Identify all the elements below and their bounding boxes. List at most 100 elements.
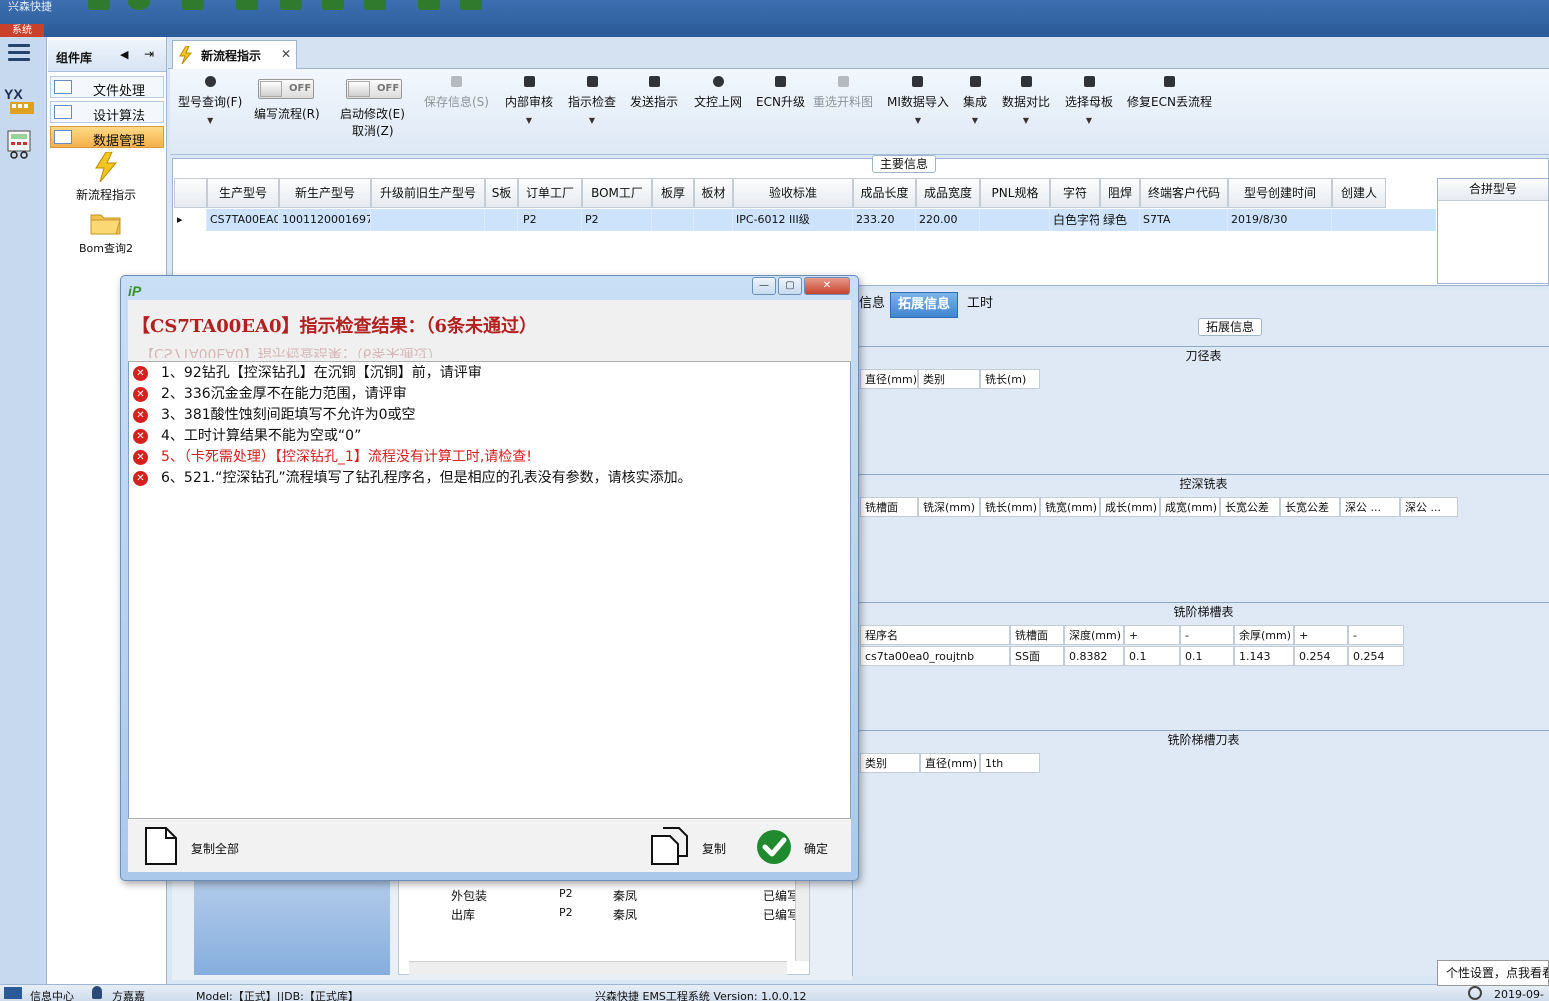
table-cell[interactable]: 0.8382	[1064, 646, 1124, 666]
table-cell[interactable]	[980, 209, 1050, 231]
column-header[interactable]: 类别	[918, 369, 980, 389]
personal-settings-tip[interactable]: 个性设置，点我看看	[1437, 960, 1549, 986]
windows-start-icon[interactable]	[4, 987, 22, 999]
column-header[interactable]: 铣深(mm)	[918, 497, 980, 517]
column-header[interactable]: 铣宽(mm)	[1040, 497, 1100, 517]
table-icon[interactable]	[322, 0, 344, 10]
start-edit-toggle[interactable]: OFF	[346, 79, 402, 99]
doc-control-upload-button[interactable]: 文控上网	[694, 73, 742, 110]
tree-item[interactable]: 出库	[451, 906, 475, 923]
info-center-link[interactable]: 信息中心	[30, 988, 74, 1001]
tab-extended-info[interactable]: 拓展信息	[890, 292, 958, 318]
table-cell[interactable]	[1332, 209, 1436, 231]
column-header[interactable]: 深度(mm)	[1064, 625, 1124, 645]
table-cell[interactable]: P2	[518, 209, 582, 231]
table-cell[interactable]	[652, 209, 694, 231]
dropdown-arrow-icon[interactable]: ▼	[568, 116, 616, 125]
tab-work-hours[interactable]: 工时	[962, 292, 998, 318]
calculator-icon[interactable]	[6, 130, 34, 160]
table-cell[interactable]: S7TA	[1140, 209, 1228, 231]
write-flow-toggle[interactable]: OFF	[258, 79, 314, 99]
column-header[interactable]: 升级前旧生产型号	[371, 178, 485, 208]
column-header[interactable]: 程序名	[860, 625, 1010, 645]
minimize-button[interactable]: —	[752, 277, 776, 295]
pin-icon[interactable]: ⇥	[144, 47, 154, 61]
table-cell[interactable]	[694, 209, 733, 231]
tools-icon[interactable]	[236, 0, 258, 10]
column-header[interactable]: 成品长度	[853, 178, 916, 208]
report-icon[interactable]	[460, 0, 482, 10]
folder-icon[interactable]	[90, 210, 122, 236]
close-dialog-button[interactable]: ✕	[804, 277, 850, 295]
refresh-icon[interactable]	[128, 0, 150, 10]
dropdown-arrow-icon[interactable]: ▼	[505, 116, 553, 125]
copy-button[interactable]: 复制	[702, 840, 726, 857]
lightning-icon[interactable]	[92, 152, 120, 182]
column-header[interactable]: 铣槽面	[1010, 625, 1064, 645]
table-cell[interactable]: 0.1	[1180, 646, 1234, 666]
column-header[interactable]: 铣长(mm)	[980, 497, 1040, 517]
column-header[interactable]: 直径(mm)	[920, 753, 980, 773]
column-header[interactable]: 订单工厂	[518, 178, 582, 208]
column-header[interactable]: 铣槽面	[860, 497, 918, 517]
vertical-scrollbar[interactable]	[795, 871, 809, 961]
column-header[interactable]: 深公 ...	[1340, 497, 1400, 517]
list-icon[interactable]	[364, 0, 386, 10]
column-header[interactable]: 新生产型号	[279, 178, 371, 208]
column-header[interactable]: 板材	[694, 178, 733, 208]
column-header[interactable]: 长宽公差	[1280, 497, 1340, 517]
column-header[interactable]: 类别	[860, 753, 920, 773]
column-header[interactable]: +	[1294, 625, 1348, 645]
document-icon[interactable]	[143, 826, 179, 866]
table-cell[interactable]: cs7ta00ea0_roujtnb	[860, 646, 1010, 666]
column-header[interactable]: 型号创建时间	[1228, 178, 1332, 208]
column-header[interactable]: 直径(mm)	[860, 369, 918, 389]
column-header[interactable]: 成品宽度	[916, 178, 980, 208]
column-header[interactable]: 成宽(mm)	[1160, 497, 1220, 517]
save-icon[interactable]	[280, 0, 302, 10]
repair-ecn-flow-button[interactable]: 修复ECN丢流程	[1127, 73, 1212, 110]
mi-data-import-button[interactable]: MI数据导入 ▼	[887, 73, 949, 125]
tree-item[interactable]: 外包装	[451, 887, 487, 904]
column-header[interactable]: -	[1180, 625, 1234, 645]
column-header[interactable]: 长宽公差	[1220, 497, 1280, 517]
dropdown-arrow-icon[interactable]: ▼	[887, 116, 949, 125]
table-cell[interactable]	[371, 209, 485, 231]
feature-bom-query[interactable]: Bom查询2	[60, 240, 152, 256]
integrate-button[interactable]: 集成 ▼	[963, 73, 987, 125]
column-header[interactable]: 阻焊	[1100, 178, 1140, 208]
dropdown-arrow-icon[interactable]: ▼	[1002, 116, 1050, 125]
ecn-upgrade-button[interactable]: ECN升级	[756, 73, 805, 110]
row-indicator-icon[interactable]: ▸	[174, 209, 207, 231]
column-header[interactable]: -	[1348, 625, 1404, 645]
column-header[interactable]: 创建人	[1332, 178, 1386, 208]
yx-logo-icon[interactable]: YX	[4, 84, 36, 116]
column-header[interactable]: 生产型号	[207, 178, 279, 208]
grid-icon[interactable]	[182, 0, 204, 10]
column-header[interactable]: 验收标准	[733, 178, 853, 208]
column-header[interactable]: S板	[485, 178, 518, 208]
column-header[interactable]: 铣长(m)	[980, 369, 1040, 389]
table-cell[interactable]: P2	[582, 209, 652, 231]
table-cell[interactable]: 0.254	[1348, 646, 1404, 666]
column-header[interactable]: 深公 ...	[1400, 497, 1458, 517]
model-query-button[interactable]: 型号查询(F) ▼	[178, 73, 242, 125]
table-cell[interactable]	[485, 209, 518, 231]
save-info-button[interactable]: 保存信息(S)	[424, 73, 489, 110]
column-header[interactable]: PNL规格	[980, 178, 1050, 208]
copy-all-button[interactable]: 复制全部	[191, 840, 239, 857]
user-icon[interactable]	[418, 0, 440, 10]
checkmark-icon[interactable]	[756, 829, 792, 865]
horizontal-scrollbar[interactable]	[409, 961, 787, 975]
dropdown-arrow-icon[interactable]: ▼	[178, 116, 242, 125]
table-cell[interactable]: 10011200016974	[279, 209, 371, 231]
data-compare-button[interactable]: 数据对比 ▼	[1002, 73, 1050, 125]
component-item-algorithm[interactable]: 设计算法	[50, 101, 164, 124]
hamburger-menu-icon[interactable]	[8, 44, 30, 62]
cancel-label[interactable]: 取消(Z)	[352, 122, 394, 139]
column-header[interactable]: 1th	[980, 753, 1040, 773]
maximize-button[interactable]: ▢	[778, 277, 802, 295]
send-instruction-button[interactable]: 发送指示	[630, 73, 678, 110]
tab-info[interactable]: 信息	[856, 292, 888, 318]
search-icon[interactable]	[88, 0, 110, 10]
